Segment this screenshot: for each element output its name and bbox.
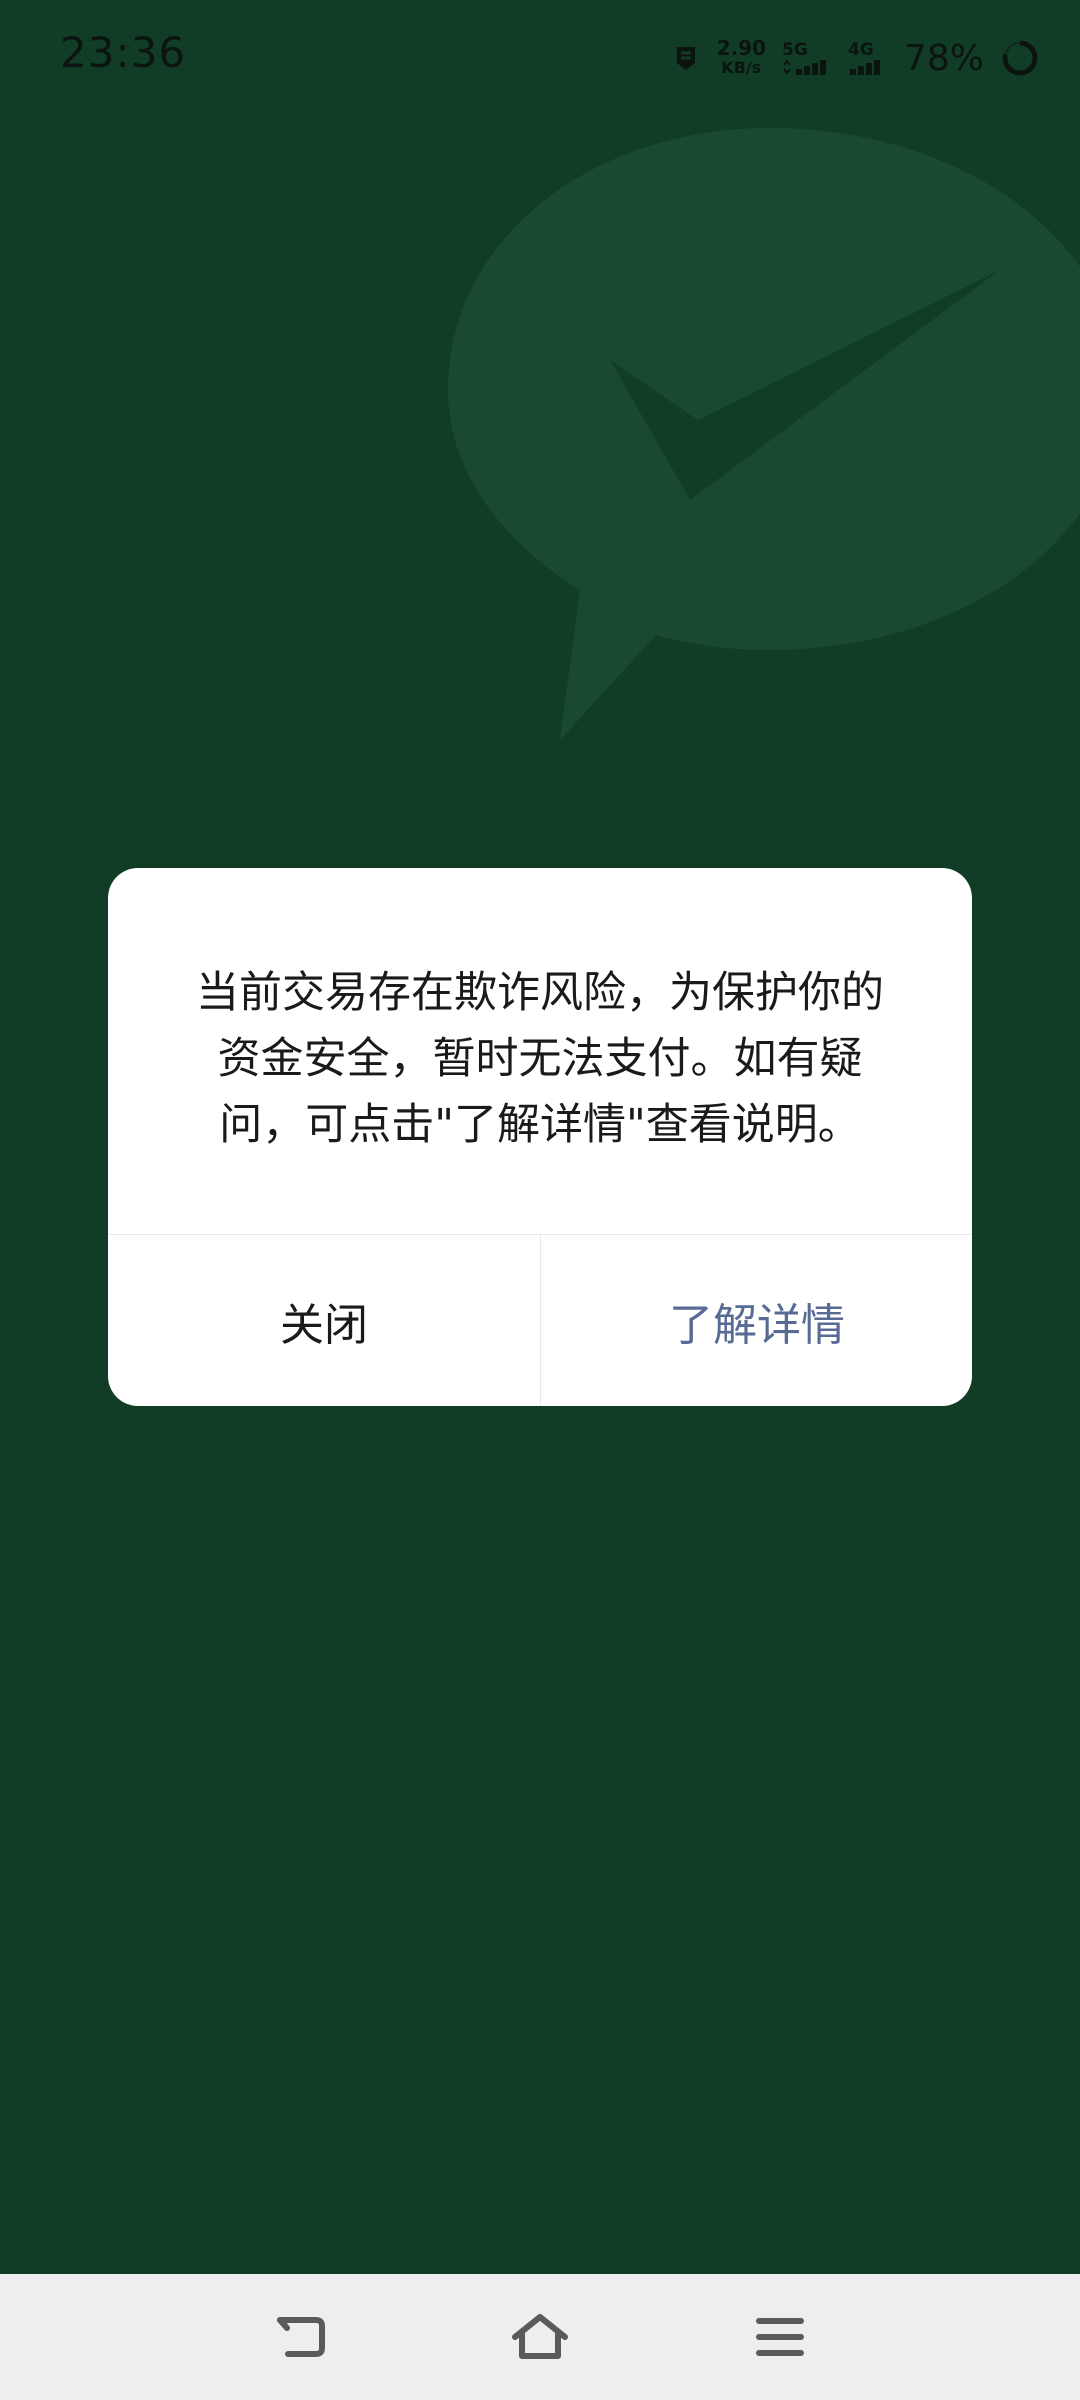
fraud-warning-dialog: 当前交易存在欺诈风险，为保护你的 资金安全，暂时无法支付。如有疑 问，可点击"了… <box>108 868 972 1406</box>
close-button[interactable]: 关闭 <box>108 1235 540 1406</box>
status-time: 23:36 <box>60 28 187 77</box>
dialog-message-line: 当前交易存在欺诈风险，为保护你的 <box>196 968 884 1018</box>
notification-icon <box>676 47 695 70</box>
signal-bars-icon <box>849 60 880 75</box>
back-icon <box>277 2317 325 2357</box>
dialog-message-line: 资金安全，暂时无法支付。如有疑 <box>217 1034 863 1084</box>
screen: 23:36 2.90 KB/s 5G 4G 78% 当前交易存在欺诈风险，为保护… <box>0 0 1080 2400</box>
status-bar: 23:36 2.90 KB/s 5G 4G 78% <box>0 0 1080 116</box>
back-button[interactable] <box>265 2302 335 2372</box>
wechat-pay-logo-icon <box>448 128 1080 740</box>
network-speed: 2.90 KB/s <box>717 38 766 78</box>
battery-level: 78% <box>903 37 984 79</box>
network-speed-value: 2.90 <box>716 36 766 60</box>
sim1-network-type: 5G <box>781 40 808 60</box>
menu-icon <box>756 2318 804 2356</box>
home-icon <box>512 2314 568 2359</box>
sim2-network-type: 4G <box>847 40 874 60</box>
status-indicators: 2.90 KB/s 5G 4G 78% <box>671 30 1040 86</box>
sim2-signal: 4G <box>848 41 888 75</box>
battery-ring-icon <box>1002 40 1038 76</box>
navigation-bar <box>0 2274 1080 2400</box>
learn-more-button[interactable]: 了解详情 <box>541 1235 972 1406</box>
sim1-signal: 5G <box>782 41 832 75</box>
home-button[interactable] <box>505 2302 575 2372</box>
network-speed-unit: KB/s <box>721 58 762 77</box>
recent-apps-button[interactable] <box>745 2302 815 2372</box>
dialog-message: 当前交易存在欺诈风险，为保护你的 资金安全，暂时无法支付。如有疑 问，可点击"了… <box>160 960 920 1158</box>
signal-bars-icon <box>783 59 826 75</box>
dialog-message-line: 问，可点击"了解详情"查看说明。 <box>219 1100 861 1150</box>
